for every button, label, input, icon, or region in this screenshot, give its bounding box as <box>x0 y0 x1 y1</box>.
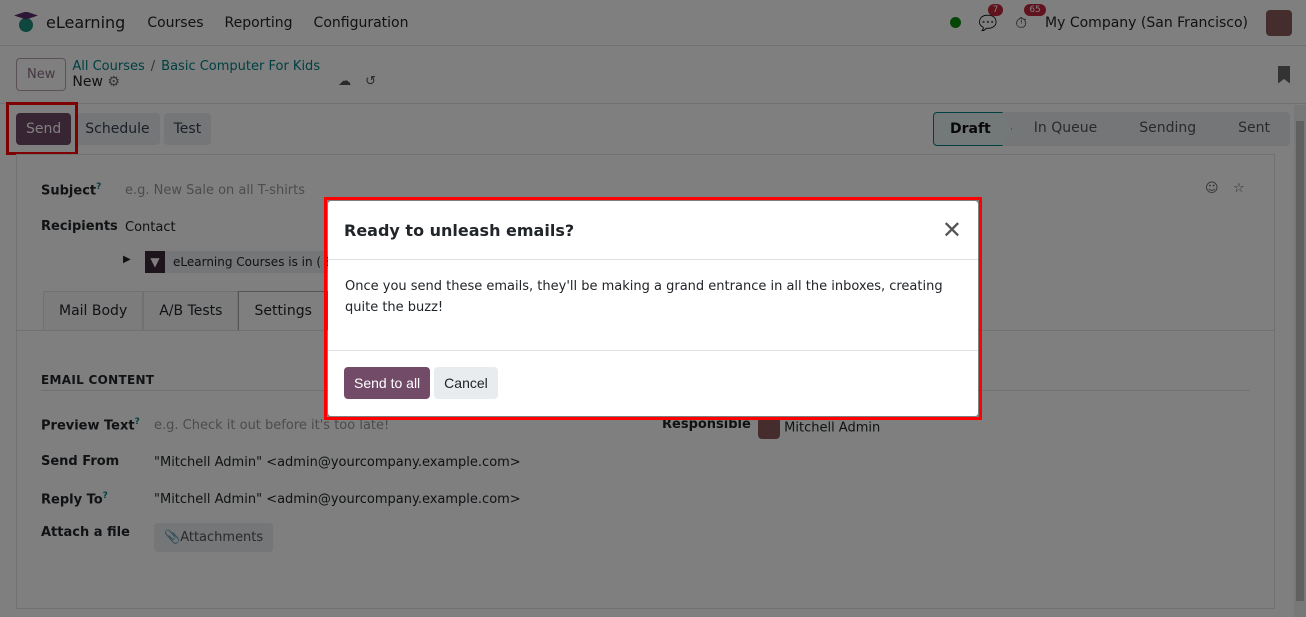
dialog-title: Ready to unleash emails? <box>344 220 575 240</box>
dialog-body: Once you send these emails, they'll be m… <box>328 260 978 351</box>
cancel-button[interactable]: Cancel <box>434 367 498 399</box>
close-icon[interactable]: ✕ <box>942 216 962 244</box>
confirm-dialog: Ready to unleash emails? ✕ Once you send … <box>328 201 978 416</box>
send-to-all-button[interactable]: Send to all <box>344 367 431 399</box>
